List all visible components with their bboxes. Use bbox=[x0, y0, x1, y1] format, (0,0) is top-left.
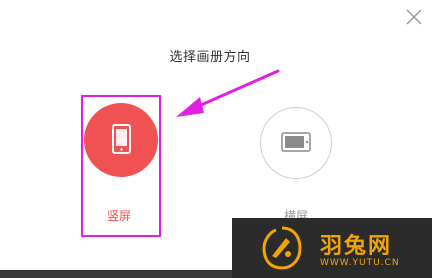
portrait-circle bbox=[84, 103, 158, 177]
orientation-dialog: 选择画册方向 竖屏 横屏 羽兔网 WWW.YUTU.CN bbox=[0, 0, 432, 278]
pointer-arrow-icon bbox=[176, 69, 280, 117]
watermark: 羽兔网 WWW.YUTU.CN bbox=[232, 218, 432, 278]
watermark-name: 羽兔网 bbox=[320, 234, 393, 259]
portrait-option[interactable]: 竖屏 bbox=[81, 95, 161, 237]
close-button[interactable] bbox=[403, 6, 425, 28]
watermark-url: WWW.YUTU.CN bbox=[320, 258, 400, 268]
yutu-logo-icon bbox=[262, 226, 302, 270]
portrait-label: 竖屏 bbox=[106, 209, 131, 223]
phone-portrait-icon bbox=[112, 124, 131, 154]
close-icon bbox=[406, 9, 422, 25]
dialog-title: 选择画册方向 bbox=[169, 50, 251, 65]
bottom-strip bbox=[0, 270, 232, 278]
landscape-option[interactable]: 横屏 bbox=[258, 107, 338, 227]
